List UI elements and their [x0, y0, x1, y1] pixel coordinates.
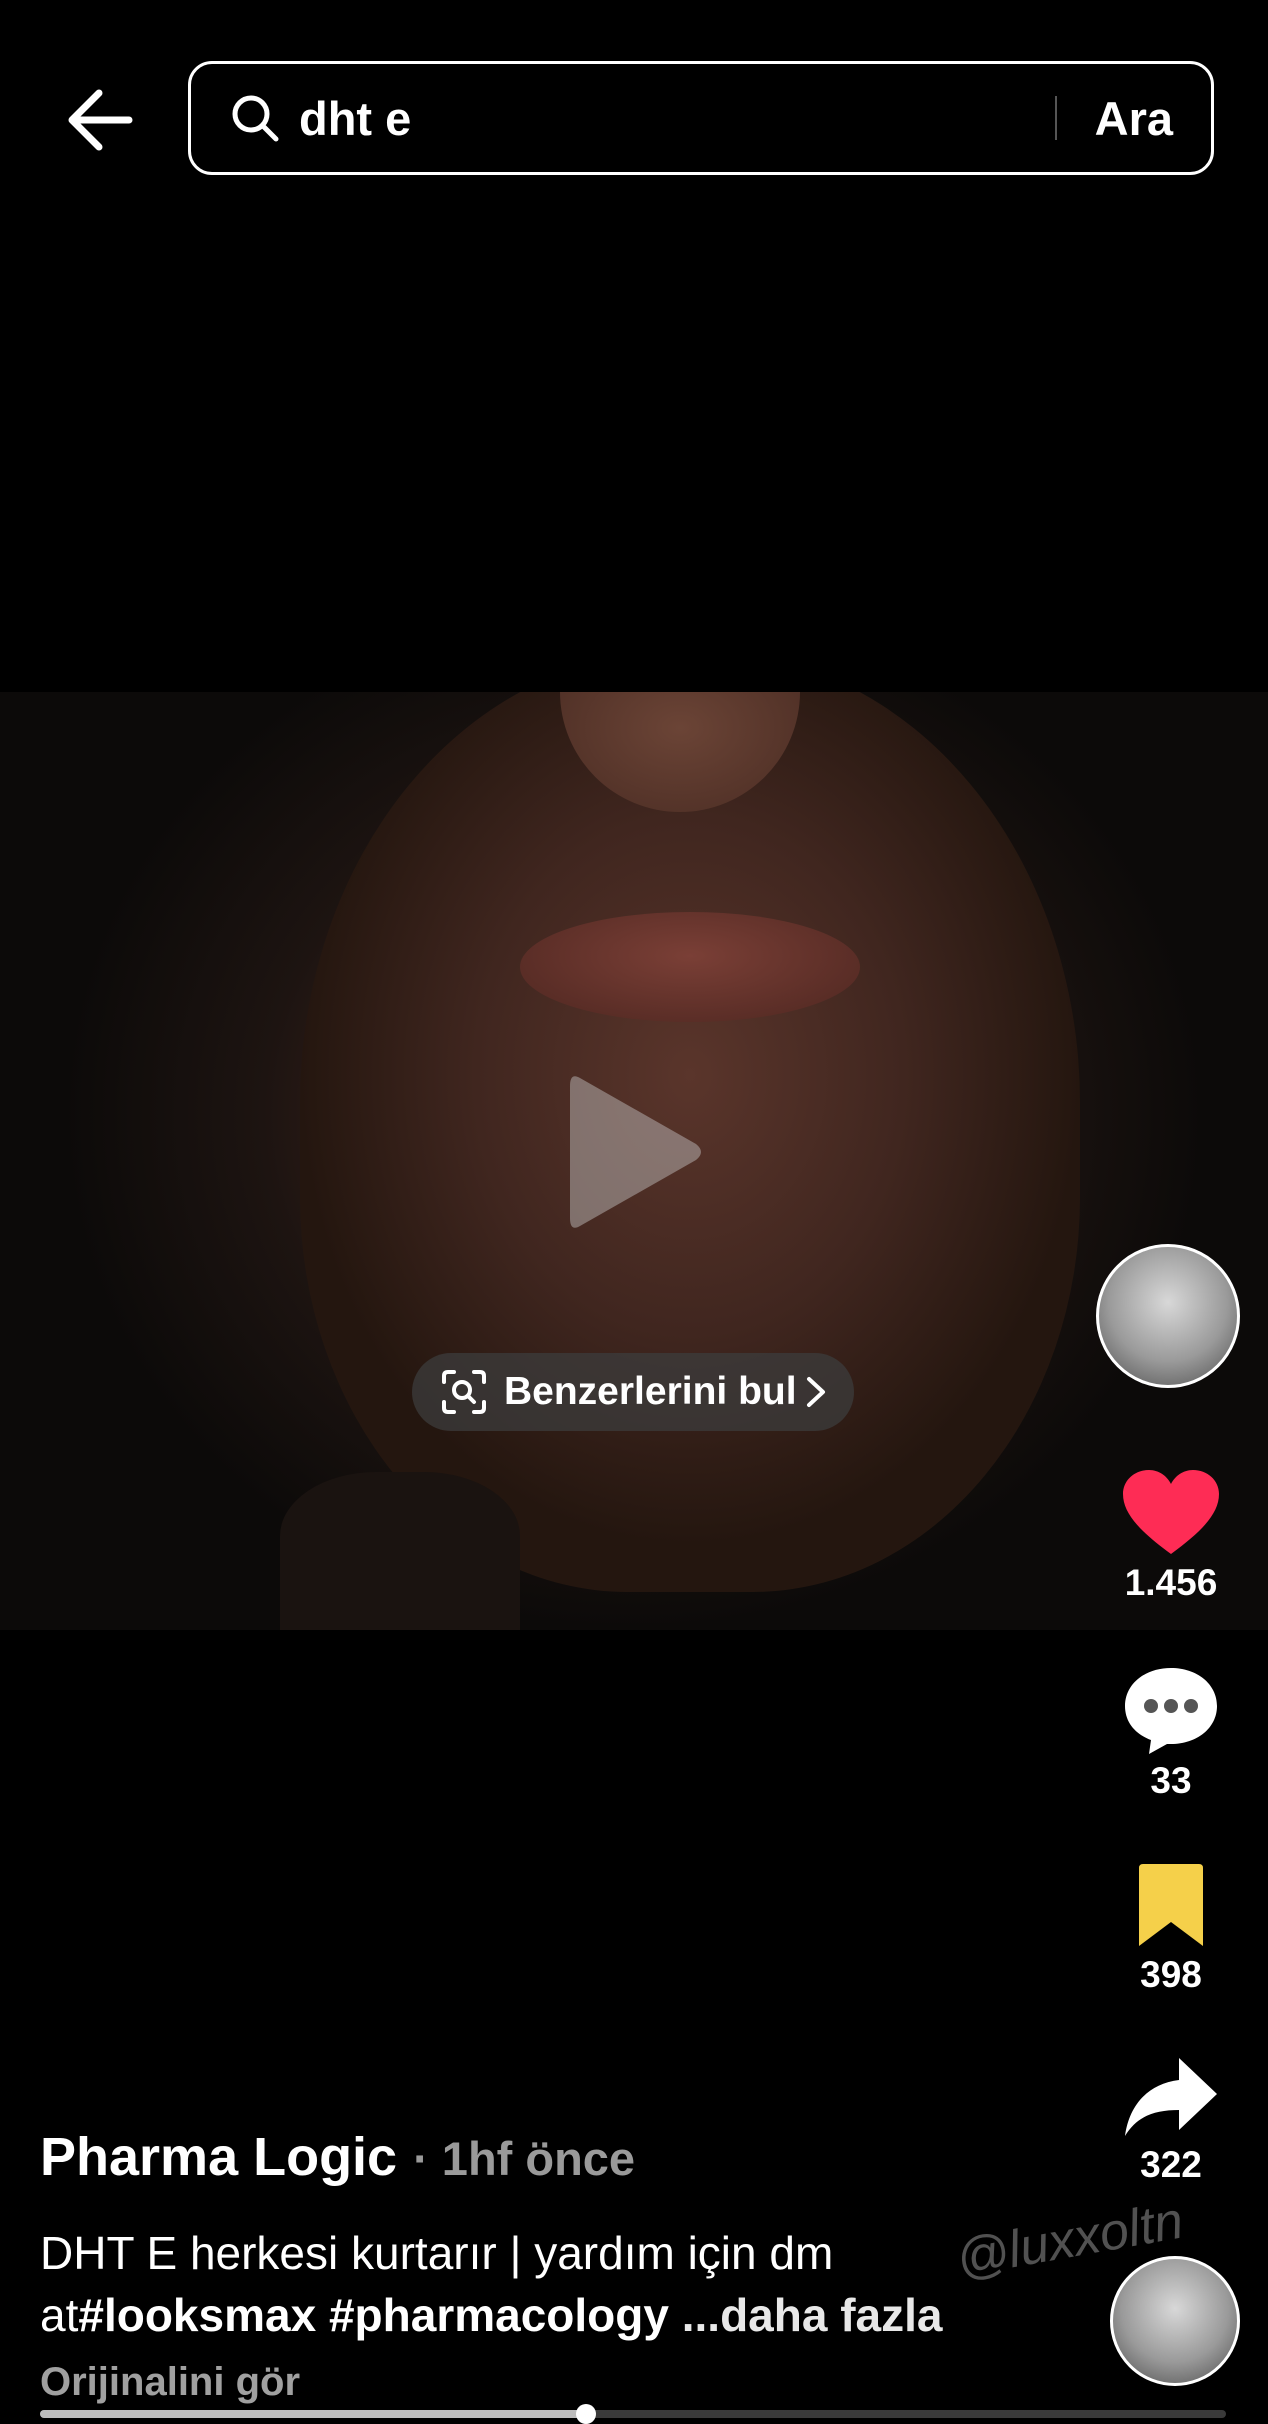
author-row: Pharma Logic · 1hf önce [40, 2126, 635, 2188]
video-frame-neck [280, 1472, 520, 1630]
comment-button[interactable]: 33 [1110, 1664, 1232, 1802]
caption-hashtags[interactable]: #looksmax #pharmacology [78, 2289, 669, 2341]
find-similar-label: Benzerlerini bul [504, 1370, 797, 1413]
video-progress-bar[interactable] [40, 2404, 1226, 2424]
share-button[interactable]: 322 [1110, 2054, 1232, 2186]
post-time: · 1hf önce [413, 2132, 636, 2185]
see-original-link[interactable]: Orijinalini gör [40, 2360, 300, 2405]
search-bar[interactable]: dht e Ara [188, 61, 1214, 175]
search-submit-button[interactable]: Ara [1095, 91, 1173, 146]
save-count: 398 [1140, 1954, 1202, 1995]
share-arrow-icon [1125, 2058, 1217, 2136]
author-avatar[interactable] [1096, 1244, 1240, 1388]
like-count: 1.456 [1124, 1562, 1218, 1603]
back-button[interactable] [62, 82, 138, 158]
bookmark-icon [1139, 1864, 1203, 1946]
sound-avatar[interactable] [1110, 2256, 1240, 2386]
search-input[interactable]: dht e [299, 91, 1055, 146]
search-icon [229, 92, 281, 144]
share-count: 322 [1140, 2144, 1202, 2185]
find-similar-button[interactable]: Benzerlerini bul [412, 1353, 854, 1431]
progress-fill [40, 2410, 586, 2418]
like-button[interactable]: 1.456 [1110, 1468, 1232, 1604]
save-button[interactable]: 398 [1110, 1862, 1232, 1996]
comment-count: 33 [1150, 1760, 1192, 1801]
search-divider [1054, 96, 1057, 140]
heart-icon [1123, 1470, 1219, 1554]
arrow-left-icon [68, 89, 133, 151]
video-frame-lips [520, 912, 860, 1022]
author-name[interactable]: Pharma Logic [40, 2126, 397, 2188]
progress-handle[interactable] [575, 2404, 596, 2424]
visual-search-icon [442, 1370, 486, 1414]
see-more-link[interactable]: ...daha fazla [669, 2289, 943, 2341]
chevron-right-icon [806, 1377, 825, 1407]
post-caption[interactable]: DHT E herkesi kurtarır | yardım için dm … [40, 2222, 1040, 2346]
comment-icon [1125, 1668, 1217, 1754]
play-icon[interactable] [566, 1068, 706, 1236]
